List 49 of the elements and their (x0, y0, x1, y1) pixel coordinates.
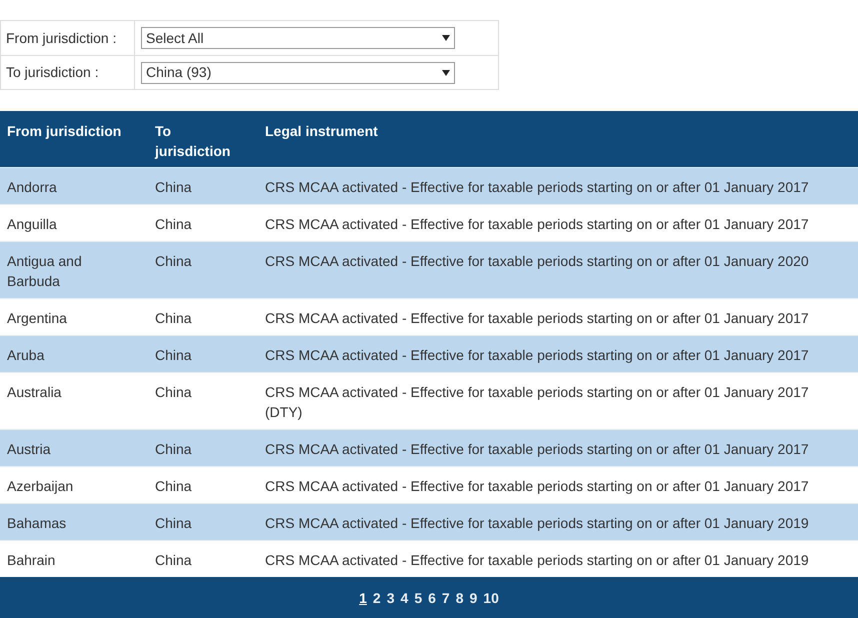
table-cell-text: Andorra (7, 178, 58, 197)
page-link[interactable]: 10 (483, 588, 499, 608)
page-link[interactable]: 6 (428, 588, 436, 608)
table-cell-text: China (155, 252, 193, 271)
table-cell-text: China (155, 215, 193, 234)
page-link[interactable]: 9 (470, 588, 478, 608)
table-cell-text: China (155, 346, 193, 365)
page-link[interactable]: 5 (414, 588, 422, 608)
dropdown-arrow-icon (442, 70, 450, 76)
page-link[interactable]: 2 (372, 588, 381, 608)
page-link[interactable]: 1 (359, 588, 367, 608)
table-cell-text: CRS MCAA activated - Effective for taxable periods starting on or after 01 January 2020 (265, 252, 810, 271)
table-cell-text: CRS MCAA activated - Effective for taxable periods starting on or after 01 January 2017 (265, 215, 810, 234)
filter-label: From jurisdiction : (6, 28, 116, 48)
table-cell-text: Argentina (7, 309, 68, 328)
table-cell-text: CRS MCAA activated - Effective for taxable periods starting on or after 01 January 2017 (265, 178, 810, 197)
table-cell-text: Bahamas (7, 514, 68, 533)
table-cell-text: Australia (7, 383, 62, 402)
table-cell-text: China (155, 309, 193, 328)
page-link[interactable]: 4 (400, 588, 408, 608)
table-cell-text: CRS MCAA activated - Effective for taxable periods starting on or after 01 January 2017 (DTY) (265, 383, 810, 422)
table-cell-text: Antigua and Barbuda (7, 252, 83, 291)
table-cell-text: CRS MCAA activated - Effective for taxable periods starting on or after 01 January 2017 (265, 477, 810, 496)
table-cell-text: China (155, 514, 193, 533)
dropdown-arrow-icon (442, 35, 450, 41)
table-cell-text: Azerbaijan (7, 477, 74, 496)
table-cell-text: CRS MCAA activated - Effective for taxable periods starting on or after 01 January 2017 (265, 346, 810, 365)
table-cell-text: CRS MCAA activated - Effective for taxable periods starting on or after 01 January 2019 (265, 551, 810, 570)
table-cell-text: China (155, 383, 193, 402)
table-cell-text: China (155, 551, 193, 570)
filter-label: To jurisdiction : (6, 63, 99, 82)
table-cell-text: CRS MCAA activated - Effective for taxable periods starting on or after 01 January 2019 (265, 514, 810, 533)
column-header: From jurisdiction (7, 122, 122, 141)
table-cell-text: China (155, 477, 193, 496)
table-cell-text: Aruba (7, 346, 46, 365)
dropdown-field[interactable]: Select All (141, 27, 455, 49)
table-cell-text: China (155, 178, 193, 197)
table-cell-text: Austria (7, 440, 52, 459)
table-cell-text: CRS MCAA activated - Effective for taxable periods starting on or after 01 January 2017 (265, 309, 810, 328)
page-link[interactable]: 3 (386, 588, 395, 608)
table-cell-text: Bahrain (7, 551, 56, 570)
dropdown-field[interactable]: China (93) (141, 62, 455, 84)
page-link[interactable]: 7 (442, 588, 450, 608)
table-cell-text: China (155, 440, 193, 459)
column-header: Legal instrument (265, 122, 379, 141)
page-link[interactable]: 8 (456, 588, 464, 608)
table-cell-text: CRS MCAA activated - Effective for taxable periods starting on or after 01 January 2017 (265, 440, 810, 459)
table-cell-text: Anguilla (7, 215, 58, 234)
column-header: To jurisdiction (155, 122, 232, 161)
